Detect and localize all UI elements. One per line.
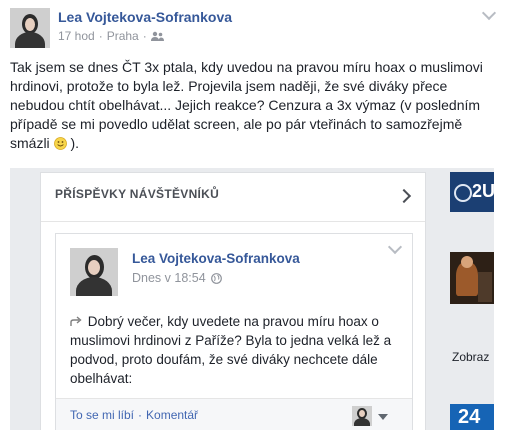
like-link[interactable]: To se mi líbí (70, 408, 134, 422)
ad-thumbnail-news[interactable]: 24 (450, 404, 494, 430)
caret-down-icon[interactable] (378, 414, 388, 420)
comment-time[interactable]: Dnes v 18:54 (132, 271, 206, 285)
comment-options-chevron-icon[interactable] (387, 239, 403, 255)
chevron-right-icon[interactable] (396, 188, 412, 204)
panel-title[interactable]: PŘÍSPĚVKY NÁVŠTĚVNÍKŮ (55, 187, 219, 201)
ad-thumbnail-image[interactable] (450, 252, 494, 304)
smiley-emoji-icon (53, 136, 67, 150)
post-time[interactable]: 17 hod (58, 29, 95, 43)
comment-author-name[interactable]: Lea Vojtekova-Sofrankova (132, 251, 300, 266)
meta-separator: · (142, 29, 147, 43)
post-meta: 17 hod · Praha · (58, 29, 164, 43)
post-text: Tak jsem se dnes ČT 3x ptala, kdy uvedou… (10, 59, 483, 151)
post-location[interactable]: Praha (107, 29, 139, 43)
visitor-posts-panel: PŘÍSPĚVKY NÁVŠTĚVNÍKŮ Lea Vojtekova-Sofr… (40, 172, 426, 430)
actor-selector-avatar[interactable] (352, 406, 372, 426)
visitor-post-card: Lea Vojtekova-Sofrankova Dnes v 18:54 Do… (55, 233, 413, 430)
attached-screenshot[interactable]: PŘÍSPĚVKY NÁVŠTĚVNÍKŮ Lea Vojtekova-Sofr… (10, 168, 494, 430)
globe-icon[interactable] (210, 272, 222, 284)
right-column-caption[interactable]: Zobraz (452, 350, 489, 364)
comment-author-avatar[interactable] (70, 248, 118, 296)
badge-text: 2U (472, 181, 494, 201)
badge-text: 24 (458, 406, 481, 428)
comment-link[interactable]: Komentář (146, 408, 198, 422)
comment-meta: Dnes v 18:54 (132, 271, 222, 285)
comment-actions-bar: To se mi líbí · Komentář (56, 398, 412, 430)
friends-audience-icon[interactable] (150, 31, 164, 42)
actions-separator: · (138, 408, 143, 422)
meta-separator: · (98, 29, 103, 43)
shared-arrow-icon (70, 313, 84, 326)
post-options-chevron-icon[interactable] (481, 5, 497, 21)
ad-thumbnail-sports[interactable]: 2U (450, 172, 494, 212)
clock-icon (454, 184, 472, 202)
comment-text: Dobrý večer, kdy uvedete na pravou míru … (70, 313, 392, 386)
divider (41, 221, 425, 222)
author-name[interactable]: Lea Vojtekova-Sofrankova (58, 9, 232, 25)
author-avatar[interactable] (10, 8, 50, 48)
